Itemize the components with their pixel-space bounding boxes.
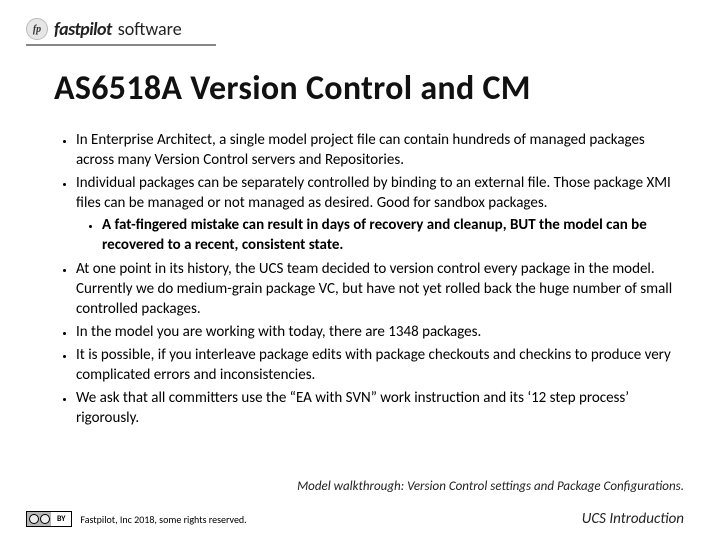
logo-suffix: software xyxy=(118,18,182,40)
sub-bullet-item: A fat-fingered mistake can result in day… xyxy=(102,215,680,255)
bullet-item: In the model you are working with today,… xyxy=(76,322,680,342)
walkthrough-note: Model walkthrough: Version Control setti… xyxy=(297,479,684,494)
footer-left: BY Fastpilot, Inc 2018, some rights rese… xyxy=(26,511,247,527)
bullet-item: At one point in its history, the UCS tea… xyxy=(76,259,680,319)
bullet-item: It is possible, if you interleave packag… xyxy=(76,345,680,385)
copyright-text: Fastpilot, Inc 2018, some rights reserve… xyxy=(80,513,246,526)
footer: BY Fastpilot, Inc 2018, some rights rese… xyxy=(26,510,684,528)
bullet-item: Individual packages can be separately co… xyxy=(76,173,680,255)
logo-mark: fp xyxy=(26,18,48,40)
bullet-item: In Enterprise Architect, a single model … xyxy=(76,130,680,170)
slide: fp fastpilot software AS6518A Version Con… xyxy=(0,0,720,540)
logo-name: fastpilot xyxy=(54,18,112,40)
brand-logo: fp fastpilot software xyxy=(26,18,182,40)
logo-underline xyxy=(26,44,216,46)
bullet-text: Individual packages can be separately co… xyxy=(76,174,671,212)
cc-by-label: BY xyxy=(51,512,71,526)
slide-title: AS6518A Version Control and CM xyxy=(54,68,531,109)
slide-body: In Enterprise Architect, a single model … xyxy=(54,130,680,431)
cc-icon xyxy=(27,512,51,526)
logo-text: fastpilot software xyxy=(54,18,182,40)
cc-license-badge: BY xyxy=(26,511,72,527)
bullet-item: We ask that all committers use the “EA w… xyxy=(76,388,680,428)
footer-right-label: UCS Introduction xyxy=(582,510,684,528)
